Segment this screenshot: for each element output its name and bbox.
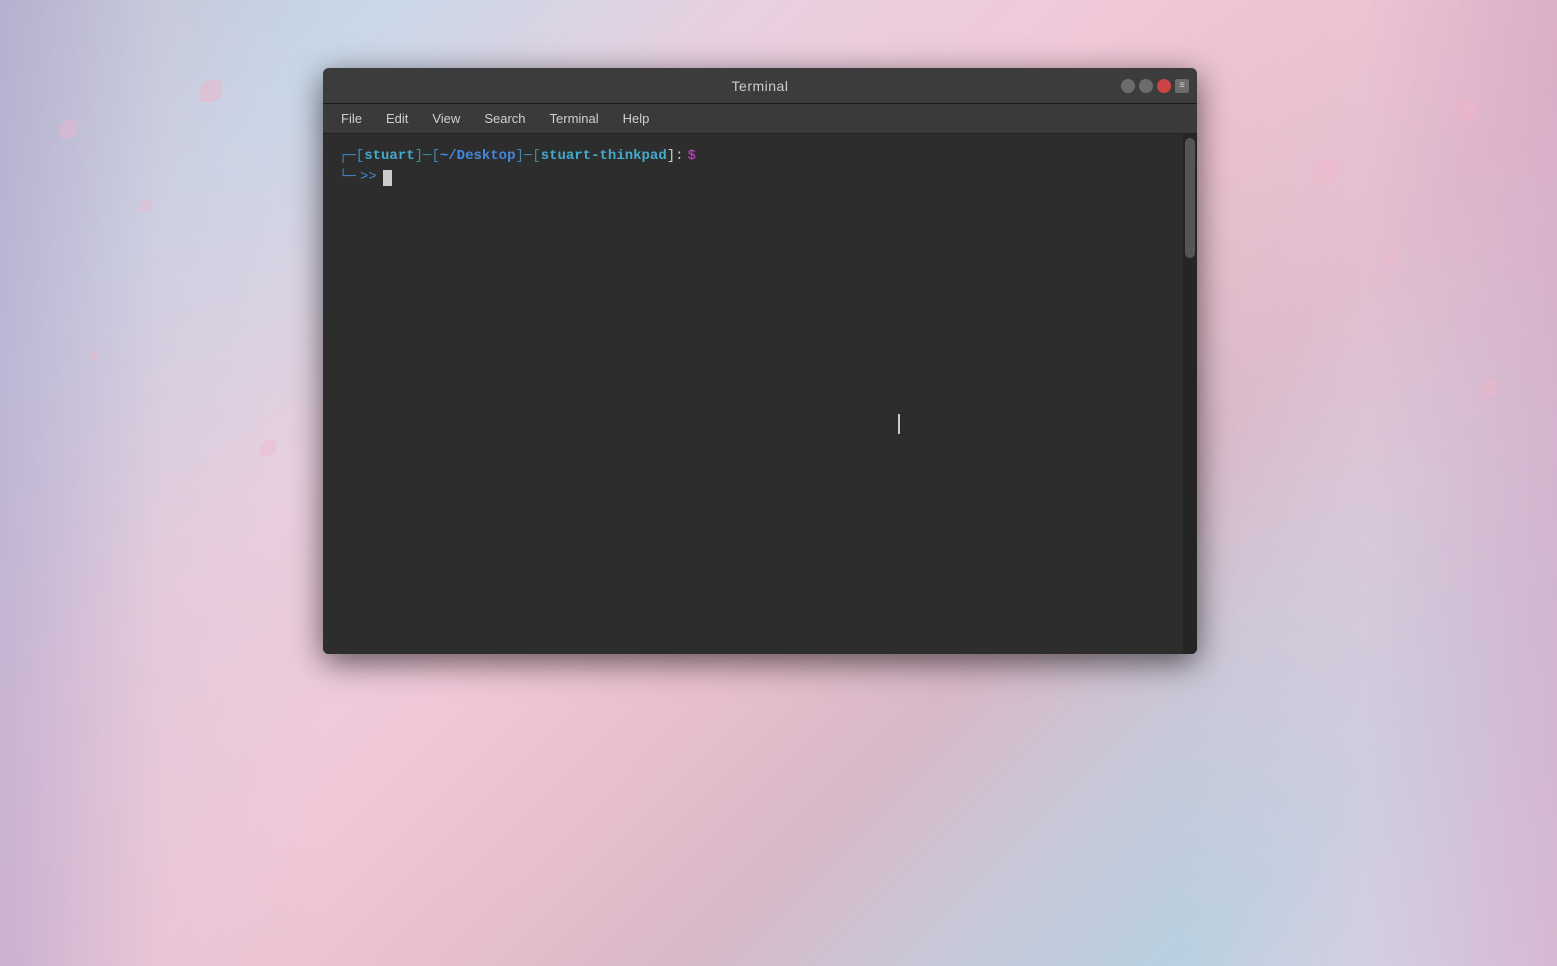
blossom-5 [260, 440, 276, 456]
minimize-icon: − [1126, 81, 1131, 90]
scrollbar[interactable] [1183, 134, 1197, 654]
menu-bar: File Edit View Search Terminal Help [323, 104, 1197, 134]
blossom-9 [1313, 160, 1337, 184]
menu-help[interactable]: Help [613, 107, 660, 130]
terminal-cursor [383, 170, 392, 186]
blossom-6 [1457, 100, 1477, 120]
blossom-7 [1383, 250, 1397, 264]
menu-file[interactable]: File [331, 107, 372, 130]
scrollbar-thumb[interactable] [1185, 138, 1195, 258]
blossom-3 [200, 80, 222, 102]
prompt-open-bracket: ┌─[ [339, 146, 364, 167]
menu-view[interactable]: View [422, 107, 470, 130]
bg-right-trees [1177, 0, 1557, 966]
menu-terminal[interactable]: Terminal [540, 107, 609, 130]
blossom-1 [60, 120, 78, 138]
prompt-username: stuart [364, 146, 414, 167]
prompt-line-1: ┌─[ stuart ]─[ ~/Desktop ]─[ stuart-thin… [339, 146, 1181, 167]
text-cursor-ibeam [898, 414, 900, 434]
menu-edit[interactable]: Edit [376, 107, 418, 130]
minimize-button[interactable]: − [1121, 79, 1135, 93]
close-button[interactable]: × [1157, 79, 1171, 93]
menu-button[interactable]: ≡ [1175, 79, 1189, 93]
bg-left-trees [0, 0, 320, 966]
menu-search[interactable]: Search [474, 107, 535, 130]
prompt-sep1: ]─[ [415, 146, 440, 167]
prompt-hostname: stuart-thinkpad [541, 146, 667, 167]
menu-icon: ≡ [1179, 80, 1185, 91]
prompt-dollar: $ [688, 146, 696, 167]
prompt-indent: └─ [339, 167, 356, 188]
close-icon: × [1162, 81, 1167, 90]
prompt-path: ~/Desktop [440, 146, 516, 167]
maximize-icon: □ [1144, 81, 1149, 90]
prompt-arrow: >> [360, 167, 377, 188]
blossom-8 [1479, 380, 1497, 398]
window-title: Terminal [732, 78, 789, 94]
prompt-line-2: └─ >> [339, 167, 1181, 188]
blossom-2 [140, 200, 152, 212]
title-bar: Terminal − □ × ≡ [323, 68, 1197, 104]
terminal-window: Terminal − □ × ≡ File Edit View Search T… [323, 68, 1197, 654]
blossom-4 [90, 350, 100, 360]
prompt-close-bracket: ]: [667, 146, 684, 167]
prompt-sep2: ]─[ [515, 146, 540, 167]
maximize-button[interactable]: □ [1139, 79, 1153, 93]
terminal-content[interactable]: ┌─[ stuart ]─[ ~/Desktop ]─[ stuart-thin… [323, 134, 1197, 654]
window-controls-right: − □ × ≡ [1121, 79, 1189, 93]
